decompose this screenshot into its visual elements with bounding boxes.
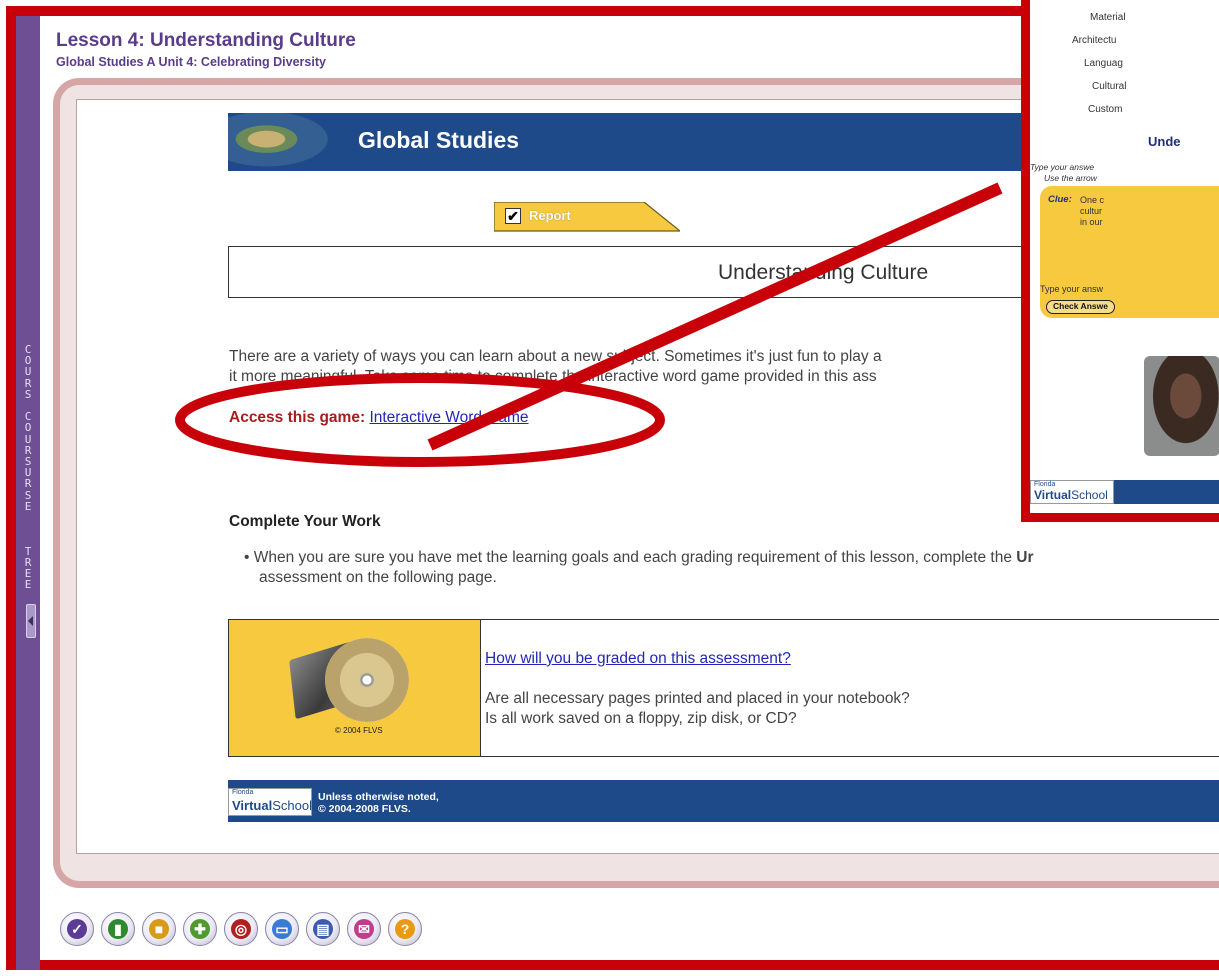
report-tab-shape [494,202,680,232]
lesson-title: Lesson 4: Understanding Culture [56,30,356,51]
target-button[interactable]: ◎ [224,912,258,946]
course-tree-letter: R [24,477,32,491]
help-icon: ? [395,919,415,939]
portrait-image [1144,356,1219,456]
check-answer-button[interactable]: Check Answe [1046,300,1115,314]
answer-prompt: Type your answ [1040,284,1104,294]
page-footer: Florida VirtualSchool Unless otherwise n… [228,780,1219,822]
course-tree-letter: O [24,421,32,435]
lesson-subtitle: Global Studies A Unit 4: Celebrating Div… [56,55,326,69]
access-label: Access this game: [229,409,366,426]
inset-row: Cultural [1092,81,1127,92]
printer-button[interactable]: ▤ [306,912,340,946]
cd-icon [325,638,409,722]
flvs-logo: Florida VirtualSchool [1030,480,1114,504]
chat-button[interactable]: ▭ [265,912,299,946]
target-icon: ◎ [231,919,251,939]
inset-row: Architectu [1072,35,1117,46]
course-tree-label: COURS COURSURSE TREE [16,344,40,592]
report-checkbox-icon[interactable]: ✔ [505,208,521,224]
chat-icon: ▭ [272,919,292,939]
word-game-preview-inset: Material Architectu Languag Cultural Cus… [1021,0,1219,522]
image-copyright: © 2004 FLVS [335,726,383,735]
bullet-line-2: assessment on the following page. [259,569,497,586]
logo-small-text: Florida [232,789,254,796]
complete-work-heading: Complete Your Work [229,513,381,530]
puzzle-icon: ✚ [190,919,210,939]
checkmark-icon: ✓ [67,919,87,939]
report-tab-label: Report [529,208,571,223]
interactive-word-game-link[interactable]: Interactive Word Game [369,409,528,426]
access-game-line: Access this game: Interactive Word Game [229,409,529,427]
inset-row: Material [1090,12,1126,23]
course-tree-toggle-handle[interactable] [26,604,36,638]
printer-icon: ▤ [313,919,333,939]
puzzle-button[interactable]: ✚ [183,912,217,946]
backpack-icon: ■ [149,919,169,939]
inset-row: Custom [1088,104,1123,115]
inset-footer: Florida VirtualSchool [1030,480,1219,504]
clue-box: Clue: One c cultur in our Type your answ… [1040,186,1219,318]
grading-table: © 2004 FLVS How will you be graded on th… [228,619,1219,757]
grading-info-link[interactable]: How will you be graded on this assessmen… [485,650,791,668]
checkmark-button[interactable]: ✓ [60,912,94,946]
book-icon: ▮ [108,919,128,939]
checklist-question-2: Is all work saved on a floppy, zip disk,… [485,710,797,727]
footer-copyright: Unless otherwise noted, © 2004-2008 FLVS… [318,791,439,815]
course-tree-strip[interactable]: COURS COURSURSE TREE [16,16,40,970]
checklist-question-1: Are all necessary pages printed and plac… [485,690,910,707]
inset-instruction-2: Use the arrow [1044,173,1097,183]
course-tree-letter [16,534,40,545]
inset-heading: Unde [1148,134,1181,149]
clue-text: cultur [1080,206,1103,216]
course-tree-letter: U [24,365,32,379]
help-button[interactable]: ? [388,912,422,946]
flvs-logo: Florida VirtualSchool [228,788,312,816]
report-tab[interactable]: ✔ Report [494,202,680,232]
media-image-cell: © 2004 FLVS [229,620,481,756]
section-title: Understanding Culture [718,261,929,284]
bullet-line-1: • When you are sure you have met the lea… [244,549,1017,566]
complete-work-bullet: • When you are sure you have met the lea… [244,548,1034,588]
logo-wordmark: VirtualSchool [232,798,312,813]
globe-image [228,113,338,171]
clue-label: Clue: [1048,194,1072,205]
inset-row: Languag [1084,58,1123,69]
bullet-bold-fragment: Ur [1016,549,1034,566]
backpack-button[interactable]: ■ [142,912,176,946]
book-button[interactable]: ▮ [101,912,135,946]
banner-title: Global Studies [358,127,520,153]
mail-icon: ✉ [354,919,374,939]
course-tree-letter: E [24,578,32,592]
clue-text: One c [1080,195,1105,205]
inset-instruction-1: Type your answe [1030,162,1095,172]
mail-button[interactable]: ✉ [347,912,381,946]
clue-text: in our [1080,217,1103,227]
